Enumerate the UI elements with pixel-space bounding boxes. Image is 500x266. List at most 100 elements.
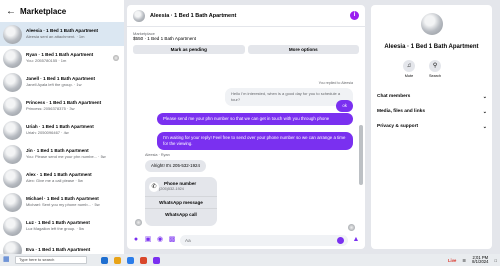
wifi-icon[interactable]: ☰: [462, 258, 466, 263]
like-icon[interactable]: ▲: [352, 236, 360, 244]
back-arrow-icon[interactable]: ←: [6, 6, 16, 17]
emoji-icon[interactable]: [337, 236, 344, 244]
listing-actions: Mark as pending More options: [127, 45, 365, 54]
message-input[interactable]: Aa: [180, 234, 348, 246]
conversation-snippet: You: Please send me your phn numbe... · …: [26, 154, 106, 159]
section-chat-members[interactable]: Chat members ⌄: [377, 94, 487, 100]
clock-date: 8/1/2024: [472, 259, 489, 264]
mute-button[interactable]: ♫ Mute: [403, 60, 415, 78]
conversation-item[interactable]: Alex · 1 Bed 1 Bath Apartment Alex: Give …: [0, 166, 124, 190]
panel-name: Aleesia · 1 Bed 1 Bath Apartment: [384, 44, 479, 50]
conversation-text: Alex · 1 Bed 1 Bath Apartment Alex: Give …: [26, 172, 121, 184]
chat-title[interactable]: Aleesia · 1 Bed 1 Bath Apartment: [150, 13, 350, 19]
system-tray: Live ☰ 2:01 PM 8/1/2024 □: [448, 255, 497, 265]
conversation-item[interactable]: Aleesia · 1 Bed 1 Bath Apartment Aleesia …: [0, 22, 124, 46]
conversation-item[interactable]: Luz · 1 Bed 1 Bath Apartment Luz Magallon…: [0, 214, 124, 238]
bell-icon: ♫: [403, 60, 415, 72]
conversation-item[interactable]: Eva · 1 Bed 1 Bath Apartment: [0, 238, 124, 254]
outgoing-message: ok: [336, 100, 353, 112]
windows-start-icon[interactable]: ▦: [3, 256, 11, 264]
taskbar-apps: [101, 256, 160, 264]
chat-header: Aleesia · 1 Bed 1 Bath Apartment i: [127, 5, 365, 27]
whatsapp-call-button[interactable]: WhatsApp call: [145, 208, 217, 220]
edge-icon[interactable]: [101, 256, 108, 264]
conversation-snippet: Aleesia sent an attachment. · 1m: [26, 34, 85, 39]
conversation-snippet: You: 2055780155 · 1m: [26, 58, 67, 63]
conversation-text: Michael · 1 Bed 1 Bath Apartment Michael:…: [26, 196, 121, 208]
section-privacy[interactable]: Privacy & support ⌄: [377, 124, 487, 130]
sidebar: ← Marketplace Aleesia · 1 Bed 1 Bath Apa…: [0, 0, 124, 254]
conversation-item[interactable]: Janell · 1 Bed 1 Bath Apartment Janell Ay…: [0, 70, 124, 94]
whatsapp-message-button[interactable]: WhatsApp message: [145, 196, 217, 208]
conversation-item[interactable]: Princess · 1 Bed 1 Bath Apartment Princes…: [0, 94, 124, 118]
incoming-message: Alright! It's 205-532-1924: [145, 160, 206, 172]
listing-box: Marketplace $550 · 1 Bed 1 Bath Apartmen…: [127, 27, 365, 45]
conversation-snippet: Luz Magallon left the group. · 5w: [26, 226, 85, 231]
message-thread: You replied to Aleesia Hello I'm interes…: [127, 65, 359, 231]
chevron-down-icon: ⌄: [482, 94, 487, 100]
card-phone-row: ✆ Phone number (205)532-1924: [145, 177, 217, 192]
conversation-snippet: Uriah: 2050096467 · 4w: [26, 130, 69, 135]
conversation-text: Jin · 1 Bed 1 Bath Apartment You: Please …: [26, 148, 121, 160]
conversation-snippet: Alex: Give me a call please · 5w: [26, 178, 83, 183]
conversation-snippet: Janell Ayala left the group. · 1w: [26, 82, 82, 87]
conversation-item[interactable]: Jin · 1 Bed 1 Bath Apartment You: Please …: [0, 142, 124, 166]
conversation-item[interactable]: Michael · 1 Bed 1 Bath Apartment Michael:…: [0, 190, 124, 214]
conversation-text: Luz · 1 Bed 1 Bath Apartment Luz Magallon…: [26, 220, 121, 232]
conversation-thumbnail: [3, 24, 22, 44]
search-button[interactable]: ⚲ Search: [429, 60, 441, 78]
clock[interactable]: 2:01 PM 8/1/2024: [472, 255, 489, 265]
conversation-thumbnail: [3, 144, 22, 164]
messenger-app: ← Marketplace Aleesia · 1 Bed 1 Bath Apa…: [0, 0, 500, 254]
phone-number-card: ✆ Phone number (205)532-1924 WhatsApp me…: [145, 177, 217, 226]
conversation-item[interactable]: Uriah · 1 Bed 1 Bath Apartment Uriah: 205…: [0, 118, 124, 142]
taskbar-search[interactable]: Type here to search: [15, 256, 87, 264]
conversation-thumbnail: [3, 192, 22, 212]
store-icon[interactable]: [127, 256, 134, 264]
sender-label: Aleesia · Ryan: [145, 153, 170, 157]
phone-icon: ✆: [149, 181, 159, 192]
chevron-down-icon: ⌄: [482, 124, 487, 130]
sender-avatar: [135, 219, 142, 226]
mic-icon[interactable]: ●: [132, 236, 140, 244]
info-panel: Aleesia · 1 Bed 1 Bath Apartment ♫ Mute …: [371, 5, 492, 249]
chat-window: Aleesia · 1 Bed 1 Bath Apartment i Marke…: [127, 5, 365, 249]
replied-note: You replied to Aleesia: [318, 81, 353, 85]
card-number: (205)532-1924: [159, 187, 184, 191]
conversation-text: Aleesia · 1 Bed 1 Bath Apartment Aleesia …: [26, 28, 121, 40]
messenger-icon[interactable]: [153, 256, 160, 264]
search-label: Search: [429, 74, 442, 78]
conversation-name: Eva · 1 Bed 1 Bath Apartment: [26, 247, 91, 252]
seen-avatar: [348, 224, 355, 231]
conversation-thumbnail: [3, 240, 22, 254]
gif-icon[interactable]: ▩: [168, 236, 176, 244]
section-label: Media, files and links: [377, 109, 425, 114]
conversation-thumbnail: [3, 72, 22, 92]
chevron-down-icon: ⌄: [482, 109, 487, 115]
conversation-snippet: Princess: 2056378375 · 3w: [26, 106, 75, 111]
outgoing-message: Please send me your phn number so that w…: [157, 113, 353, 125]
mark-pending-button[interactable]: Mark as pending: [133, 45, 245, 54]
section-media[interactable]: Media, files and links ⌄: [377, 109, 487, 115]
taskbar: ▦ Type here to search Live ☰ 2:01 PM 8/1…: [0, 254, 500, 266]
info-icon[interactable]: i: [350, 11, 359, 20]
conversation-text: Uriah · 1 Bed 1 Bath Apartment Uriah: 205…: [26, 124, 121, 136]
conversation-snippet: Michael: Sent you my phone numb... · 5w: [26, 202, 100, 207]
conversation-text: Janell · 1 Bed 1 Bath Apartment Janell Ay…: [26, 76, 121, 88]
conversation-item[interactable]: Ryan · 1 Bed 1 Bath Apartment You: 205578…: [0, 46, 124, 70]
panel-actions: ♫ Mute ⚲ Search: [403, 60, 441, 78]
listing-info[interactable]: $550 · 1 Bed 1 Bath Apartment: [133, 36, 359, 42]
chat-avatar[interactable]: [133, 9, 145, 22]
outgoing-message: I'm waiting for your reply! Feel free to…: [157, 132, 353, 150]
conversation-text: Ryan · 1 Bed 1 Bath Apartment You: 205578…: [26, 52, 121, 64]
search-icon: ⚲: [429, 60, 442, 72]
image-icon[interactable]: ▣: [144, 236, 152, 244]
notification-icon[interactable]: □: [494, 258, 497, 263]
conversation-thumbnail: [3, 120, 22, 140]
conversation-thumbnail: [3, 168, 22, 188]
scrollbar[interactable]: [359, 125, 363, 185]
more-options-button[interactable]: More options: [247, 45, 359, 54]
folder-icon[interactable]: [114, 256, 121, 264]
chrome-icon[interactable]: [140, 256, 147, 264]
sticker-icon[interactable]: ◉: [156, 236, 164, 244]
